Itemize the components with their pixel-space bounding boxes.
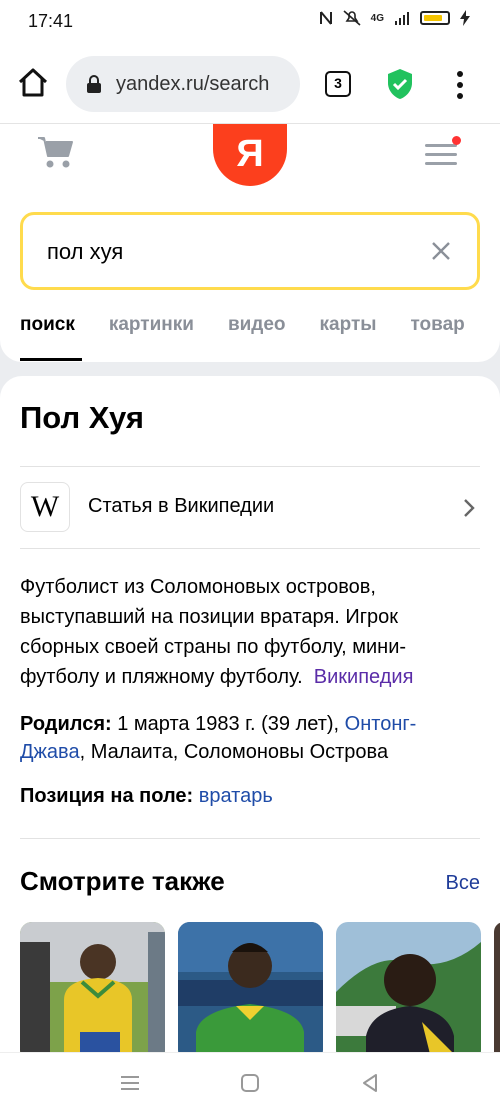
divider	[20, 466, 480, 467]
fact-born: Родился: 1 марта 1983 г. (39 лет), Онтон…	[20, 710, 480, 766]
search-query: пол хуя	[47, 239, 124, 264]
see-all-link[interactable]: Все	[446, 872, 480, 895]
related-person-thumbnail[interactable]	[494, 922, 500, 1062]
source-link[interactable]: Википедия	[314, 666, 414, 688]
photo-player-green	[178, 922, 323, 1062]
active-tab-indicator	[20, 358, 82, 361]
photo-player-outdoor	[336, 922, 481, 1062]
back-icon[interactable]	[358, 1071, 382, 1095]
position-link[interactable]: вратарь	[199, 785, 273, 807]
yandex-logo[interactable]: Я	[213, 124, 287, 186]
battery-icon	[420, 11, 450, 25]
tab-images[interactable]: картинки	[109, 314, 194, 336]
chevron-right-icon	[464, 499, 475, 517]
see-also-title: Смотрите также	[20, 866, 225, 896]
search-tabs: поиск картинки видео карты товар	[20, 314, 465, 336]
entity-title: Пол Хуя	[20, 400, 144, 435]
photo-partial	[494, 922, 500, 1062]
signal-icon	[395, 12, 409, 25]
tab-count-button[interactable]: 3	[325, 71, 351, 97]
status-time: 17:41	[28, 11, 74, 31]
notification-dot	[452, 136, 461, 145]
fact-position: Позиция на поле: вратарь	[20, 782, 480, 810]
charging-icon	[460, 10, 470, 26]
network-label: 4G	[370, 12, 384, 24]
born-rest: , Малаита, Соломоновы Острова	[79, 741, 389, 763]
status-bar: 17:41 4G	[0, 0, 500, 44]
clear-icon[interactable]	[429, 239, 453, 263]
nfc-icon	[319, 11, 332, 25]
cart-icon[interactable]	[36, 134, 76, 170]
tab-maps[interactable]: карты	[320, 314, 377, 336]
entity-card: Пол Хуя W Статья в Википедии Футболист и…	[0, 376, 500, 1076]
born-text: 1 марта 1983 г. (39 лет),	[117, 713, 340, 735]
more-options-icon[interactable]	[450, 70, 470, 100]
tab-products[interactable]: товар	[411, 314, 465, 336]
status-icons: 4G	[319, 10, 470, 26]
lock-icon	[87, 75, 101, 93]
mute-icon	[343, 10, 361, 26]
search-header: Я пол хуя поиск картинки видео карты тов…	[0, 124, 500, 362]
see-also-carousel	[20, 922, 500, 1062]
position-label: Позиция на поле:	[20, 785, 194, 807]
home-nav-icon[interactable]	[238, 1071, 262, 1095]
recent-apps-icon[interactable]	[118, 1071, 142, 1095]
address-bar[interactable]: yandex.ru/search	[66, 56, 300, 112]
wikipedia-label: Статья в Википедии	[88, 495, 275, 517]
divider	[20, 548, 480, 549]
search-input[interactable]: пол хуя	[20, 212, 480, 290]
system-navigation-bar	[0, 1052, 500, 1112]
divider	[20, 838, 480, 839]
url-text: yandex.ru/search	[116, 72, 270, 95]
home-icon[interactable]	[16, 66, 50, 100]
entity-description: Футболист из Соломоновых островов, высту…	[20, 572, 482, 692]
wikipedia-icon: W	[20, 482, 70, 532]
related-person-thumbnail[interactable]	[20, 922, 165, 1062]
tab-search[interactable]: поиск	[20, 314, 75, 336]
related-person-thumbnail[interactable]	[336, 922, 481, 1062]
wikipedia-link[interactable]: W Статья в Википедии	[20, 482, 480, 534]
shield-icon[interactable]	[386, 68, 414, 100]
photo-player-yellow	[20, 922, 165, 1062]
browser-toolbar: yandex.ru/search 3	[0, 44, 500, 124]
tab-video[interactable]: видео	[228, 314, 286, 336]
hamburger-menu-icon[interactable]	[423, 136, 461, 168]
related-person-thumbnail[interactable]	[178, 922, 323, 1062]
born-label: Родился:	[20, 713, 112, 735]
